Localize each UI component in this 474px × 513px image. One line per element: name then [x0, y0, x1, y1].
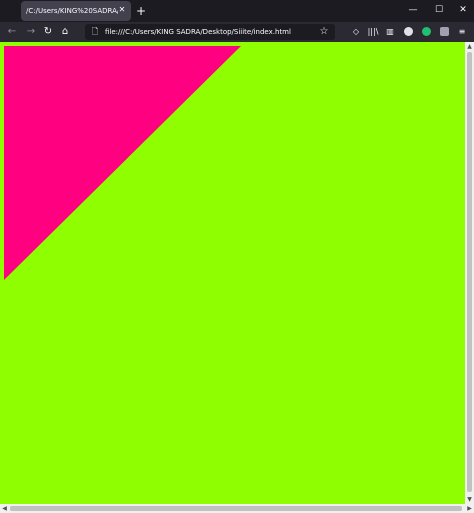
navigation-bar: ← → ↻ ⌂ 🗋 file:///C:/Users/KING SADRA/De… — [0, 22, 474, 42]
library-button[interactable]: |||\ — [366, 25, 380, 39]
new-tab-button[interactable]: + — [135, 4, 147, 18]
vertical-scrollbar[interactable]: ▲ ▼ — [465, 42, 474, 504]
url-text[interactable]: file:///C:/Users/KING SADRA/Desktop/Siii… — [105, 26, 291, 38]
scroll-down-icon[interactable]: ▼ — [465, 495, 474, 504]
vertical-scroll-thumb[interactable] — [467, 52, 472, 492]
address-bar[interactable]: 🗋 file:///C:/Users/KING SADRA/Desktop/Si… — [85, 24, 335, 40]
horizontal-scrollbar[interactable]: ◀ ▶ — [0, 504, 474, 513]
scroll-left-icon[interactable]: ◀ — [0, 504, 9, 513]
scroll-right-icon[interactable]: ▶ — [465, 504, 474, 513]
reload-button[interactable]: ↻ — [41, 25, 55, 39]
scroll-up-icon[interactable]: ▲ — [465, 42, 474, 51]
horizontal-scroll-thumb[interactable] — [10, 506, 462, 511]
pink-triangle — [4, 46, 241, 280]
back-button[interactable]: ← — [5, 25, 19, 39]
extension-icon-1[interactable] — [401, 25, 415, 39]
maximize-button[interactable]: ☐ — [431, 3, 447, 17]
tab-close-icon[interactable]: ✕ — [117, 5, 127, 15]
app-menu-button[interactable]: ≡ — [455, 25, 469, 39]
close-window-button[interactable]: ✕ — [455, 3, 471, 17]
sidebar-button[interactable]: ▥ — [383, 25, 397, 39]
forward-button[interactable]: → — [24, 25, 38, 39]
pocket-button[interactable]: ◇ — [349, 25, 363, 39]
tab-title: /C:/Users/KING%20SADRA/Desktop/Siiite/in… — [26, 7, 118, 15]
minimize-button[interactable]: — — [405, 3, 421, 17]
page-content: ▲ ▼ ◀ ▶ — [0, 42, 474, 513]
home-button[interactable]: ⌂ — [58, 25, 72, 39]
bookmark-star-icon[interactable]: ☆ — [318, 25, 330, 39]
tab-strip: /C:/Users/KING%20SADRA/Desktop/Siiite/in… — [0, 0, 474, 22]
extension-icon-2[interactable] — [419, 25, 433, 39]
extension-icon-3[interactable] — [437, 25, 451, 39]
page-icon: 🗋 — [91, 27, 99, 36]
browser-tab[interactable]: /C:/Users/KING%20SADRA/Desktop/Siiite/in… — [21, 1, 131, 21]
